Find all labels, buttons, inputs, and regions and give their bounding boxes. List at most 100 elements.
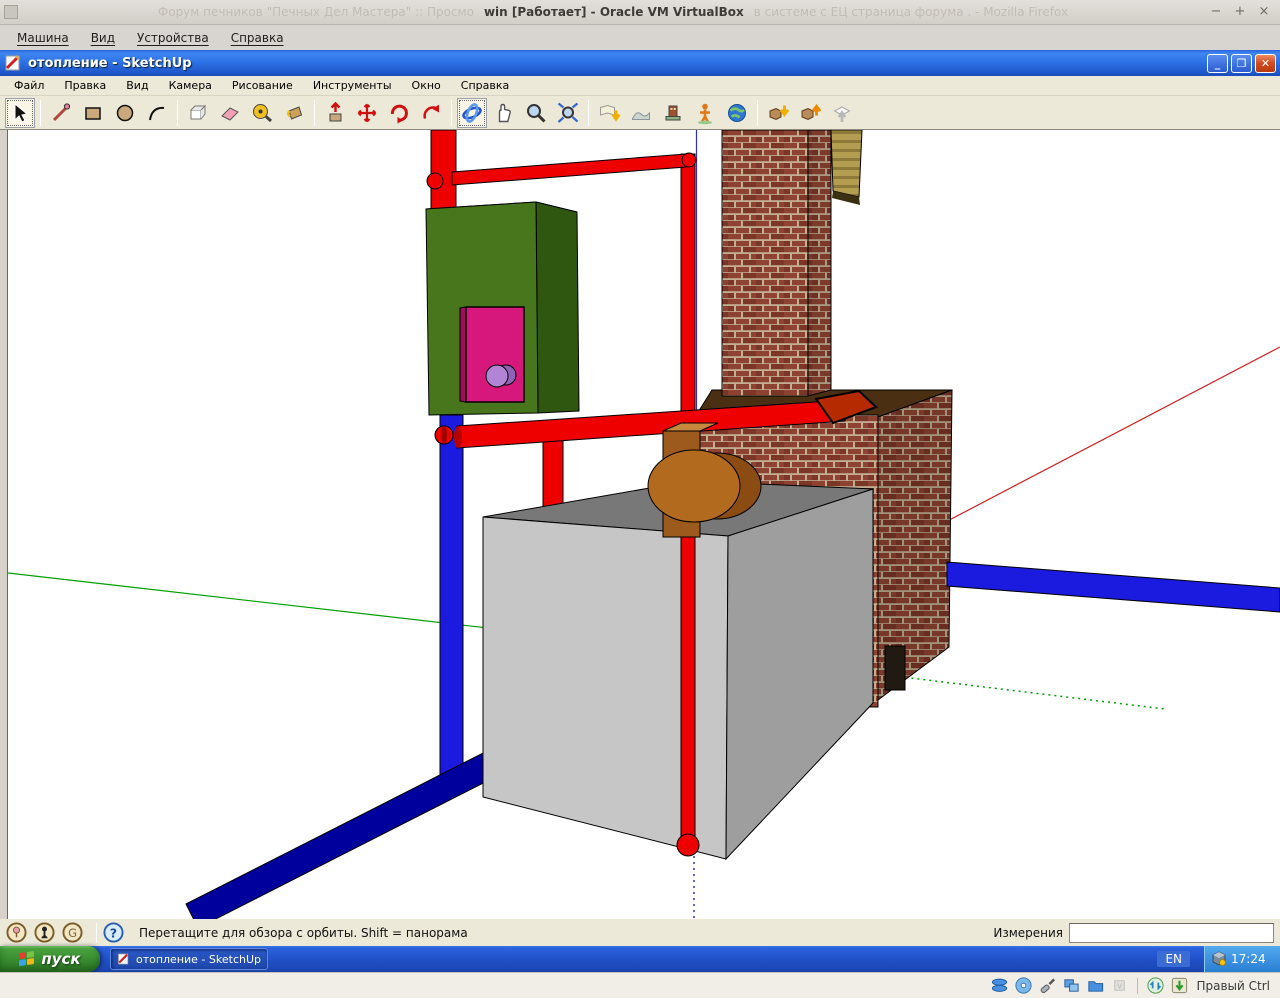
sketchup-minimize-button[interactable]: _ <box>1207 54 1228 73</box>
tool-share-model-button[interactable] <box>795 98 825 128</box>
wood-wall-panel[interactable] <box>831 130 862 197</box>
move-icon <box>355 101 379 125</box>
tool-share-component-button[interactable] <box>827 98 857 128</box>
boiler-control-panel[interactable] <box>466 307 524 402</box>
tool-rotate-button[interactable] <box>384 98 414 128</box>
shared-folders-icon[interactable] <box>1086 976 1105 995</box>
push-pull-icon <box>323 101 347 125</box>
vbox-menu-справка[interactable]: Справка <box>222 29 293 47</box>
sketchup-window-title: отопление - SketchUp <box>28 56 1204 71</box>
zoom-icon <box>524 101 548 125</box>
sketchup-menu-камера[interactable]: Камера <box>159 77 222 94</box>
start-button-label: пуск <box>41 950 80 968</box>
help-icon[interactable]: ? <box>103 922 124 943</box>
language-indicator[interactable]: EN <box>1157 951 1190 967</box>
measurements-input[interactable] <box>1069 923 1274 943</box>
network-icon[interactable] <box>1146 976 1165 995</box>
rotate-icon <box>387 101 411 125</box>
optical-drives-icon[interactable] <box>1014 976 1033 995</box>
tool-orbit-button[interactable] <box>457 98 487 128</box>
toolbar-separator <box>451 100 452 126</box>
google-earth-icon <box>725 101 749 125</box>
sketchup-restore-button[interactable]: ❐ <box>1231 54 1252 73</box>
tool-toggle-terrain-button[interactable] <box>626 98 656 128</box>
sketchup-menu-вид[interactable]: Вид <box>116 77 158 94</box>
sketchup-toolbar <box>0 96 1280 130</box>
host-maximize-button[interactable]: + <box>1232 4 1248 20</box>
model-3d-scene[interactable] <box>8 130 1280 919</box>
photo-textures-icon <box>661 101 685 125</box>
toolbar-separator <box>177 100 178 126</box>
sketchup-menu-инструменты[interactable]: Инструменты <box>303 77 402 94</box>
vbox-menu-машина[interactable]: Машина <box>8 29 78 47</box>
sketchup-menu-окно[interactable]: Окно <box>402 77 451 94</box>
tank-feed-pipe[interactable] <box>543 440 563 508</box>
tool-circle-button[interactable] <box>110 98 140 128</box>
tool-photo-textures-button[interactable] <box>658 98 688 128</box>
tool-tape-measure-button[interactable] <box>247 98 277 128</box>
boiler-knob[interactable] <box>486 365 508 387</box>
tool-arc-button[interactable] <box>142 98 172 128</box>
clock[interactable]: 17:24 <box>1231 952 1266 966</box>
brick-chimney[interactable] <box>722 130 862 396</box>
offset-icon <box>419 101 443 125</box>
tool-move-button[interactable] <box>352 98 382 128</box>
features-icon[interactable]: V <box>1110 976 1129 995</box>
wall-boiler[interactable] <box>426 202 579 415</box>
display-icon[interactable] <box>1062 976 1081 995</box>
pipe-fitting[interactable] <box>427 173 443 189</box>
status-hint-text: Перетащите для обзора с орбиты. Shift = … <box>139 926 993 940</box>
tool-get-models-button[interactable] <box>763 98 793 128</box>
sketchup-close-button[interactable]: ✕ <box>1255 54 1276 73</box>
host-window-icon <box>4 5 18 19</box>
tool-google-earth-button[interactable] <box>722 98 752 128</box>
virtualbox-tray-icon[interactable] <box>1211 951 1227 967</box>
toolbar-separator <box>314 100 315 126</box>
tool-offset-button[interactable] <box>416 98 446 128</box>
task-button-label: отопление - SketchUp <box>136 953 261 966</box>
tool-push-pull-button[interactable] <box>320 98 350 128</box>
tool-pan-button[interactable] <box>489 98 519 128</box>
stove-door[interactable] <box>885 646 905 690</box>
share-model-icon <box>798 101 822 125</box>
tool-add-location-button[interactable] <box>594 98 624 128</box>
start-button[interactable]: пуск <box>0 946 100 972</box>
cold-pipe-right[interactable] <box>947 562 1280 612</box>
add-location-icon <box>597 101 621 125</box>
hard-disks-icon[interactable] <box>990 976 1009 995</box>
tool-model-person-button[interactable] <box>690 98 720 128</box>
google-icon[interactable]: G <box>62 922 83 943</box>
host-minimize-button[interactable]: − <box>1208 4 1224 20</box>
tool-zoom-button[interactable] <box>521 98 551 128</box>
auto-resize-icon[interactable] <box>1170 976 1189 995</box>
tool-select-button[interactable] <box>5 98 35 128</box>
vbox-menu-вид[interactable]: Вид <box>82 29 124 47</box>
drain-valve[interactable] <box>677 834 699 856</box>
system-tray: 17:24 <box>1204 946 1280 972</box>
geolocation-icon[interactable] <box>6 922 27 943</box>
toolbar-separator <box>757 100 758 126</box>
sketchup-menu-файл[interactable]: Файл <box>4 77 54 94</box>
tool-eraser-button[interactable] <box>215 98 245 128</box>
cold-return-pipes[interactable] <box>186 415 501 919</box>
sketchup-menu-рисование[interactable]: Рисование <box>222 77 303 94</box>
toolbar-separator <box>588 100 589 126</box>
tool-make-component-button[interactable] <box>183 98 213 128</box>
sketchup-menu-справка[interactable]: Справка <box>451 77 519 94</box>
pipe-end-cap <box>454 426 462 448</box>
pipe-fitting[interactable] <box>682 153 696 167</box>
vbox-menu-устройства[interactable]: Устройства <box>128 29 218 47</box>
host-close-button[interactable]: × <box>1256 4 1272 20</box>
statusbar-divider <box>96 923 97 943</box>
tool-rectangle-button[interactable] <box>78 98 108 128</box>
valve-handle <box>441 426 447 444</box>
tool-line-button[interactable] <box>46 98 76 128</box>
credits-icon[interactable] <box>34 922 55 943</box>
tool-zoom-extents-button[interactable] <box>553 98 583 128</box>
tool-paint-bucket-button[interactable] <box>279 98 309 128</box>
taskbar-task-sketchup[interactable]: отопление - SketchUp <box>110 948 268 970</box>
sketchup-menu-правка[interactable]: Правка <box>54 77 116 94</box>
water-tank[interactable] <box>483 481 873 859</box>
drawing-viewport[interactable] <box>0 130 1280 919</box>
usb-devices-icon[interactable] <box>1038 976 1057 995</box>
